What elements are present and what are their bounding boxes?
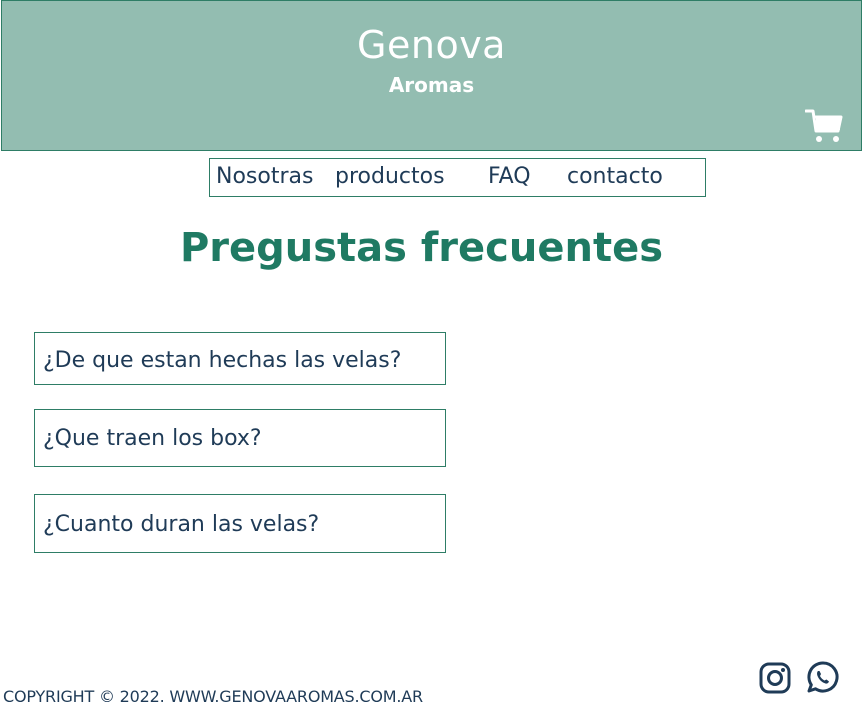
faq-question-label: ¿Que traen los box? xyxy=(43,426,262,451)
faq-question-box-contents[interactable]: ¿Que traen los box? xyxy=(34,409,446,467)
nav-item-faq[interactable]: FAQ xyxy=(488,164,531,189)
nav-item-productos[interactable]: productos xyxy=(335,164,445,189)
page-title: Pregustas frecuentes xyxy=(179,225,664,271)
site-header: Genova Aromas xyxy=(1,0,862,151)
whatsapp-icon[interactable] xyxy=(806,660,840,694)
brand-title[interactable]: Genova xyxy=(2,23,861,67)
nav-item-contacto[interactable]: contacto xyxy=(567,164,663,189)
main-nav: Nosotras productos FAQ contacto xyxy=(209,158,706,197)
faq-question-duration[interactable]: ¿Cuanto duran las velas? xyxy=(34,494,446,553)
nav-item-nosotras[interactable]: Nosotras xyxy=(216,164,313,189)
faq-question-label: ¿Cuanto duran las velas? xyxy=(43,512,320,537)
shopping-cart-icon[interactable] xyxy=(805,108,843,144)
faq-question-materials[interactable]: ¿De que estan hechas las velas? xyxy=(34,332,446,385)
page: Genova Aromas Nosotras productos FAQ con… xyxy=(0,0,864,717)
faq-question-label: ¿De que estan hechas las velas? xyxy=(43,348,402,373)
instagram-icon[interactable] xyxy=(758,661,792,695)
brand-subtitle: Aromas xyxy=(388,73,475,97)
copyright-text: COPYRIGHT © 2022. WWW.GENOVAAROMAS.COM.A… xyxy=(3,687,423,706)
